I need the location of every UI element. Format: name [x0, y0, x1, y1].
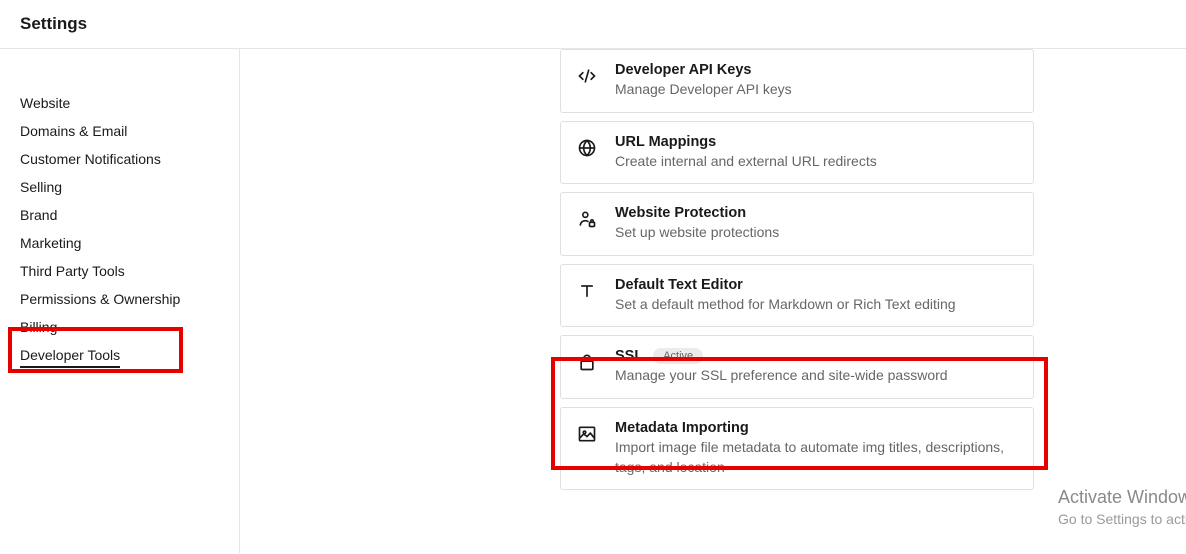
card-default-text-editor[interactable]: Default Text Editor Set a default method…: [560, 264, 1034, 328]
status-badge: Active: [653, 348, 703, 364]
card-website-protection[interactable]: Website Protection Set up website protec…: [560, 192, 1034, 256]
image-icon: [577, 424, 597, 444]
sidebar-item-developer-tools[interactable]: Developer Tools: [20, 341, 219, 369]
sidebar-item-label: Brand: [20, 207, 57, 223]
sidebar-item-brand[interactable]: Brand: [20, 201, 219, 229]
person-lock-icon: [577, 209, 597, 229]
settings-sidebar: Website Domains & Email Customer Notific…: [0, 49, 240, 553]
card-title: Website Protection: [615, 205, 1017, 221]
card-url-mappings[interactable]: URL Mappings Create internal and externa…: [560, 121, 1034, 185]
card-body: Developer API Keys Manage Developer API …: [615, 62, 1017, 100]
card-metadata-importing[interactable]: Metadata Importing Import image file met…: [560, 407, 1034, 490]
card-body: Metadata Importing Import image file met…: [615, 420, 1017, 477]
sidebar-item-marketing[interactable]: Marketing: [20, 229, 219, 257]
content-area: Website Domains & Email Customer Notific…: [0, 49, 1186, 553]
sidebar-item-customer-notifications[interactable]: Customer Notifications: [20, 145, 219, 173]
card-title: Developer API Keys: [615, 62, 1017, 78]
sidebar-item-label: Selling: [20, 179, 62, 195]
card-title: URL Mappings: [615, 134, 1017, 150]
card-title: SSL Active: [615, 348, 1017, 364]
sidebar-item-label: Third Party Tools: [20, 263, 125, 279]
card-desc: Create internal and external URL redirec…: [615, 152, 1017, 172]
settings-header: Settings: [0, 0, 1186, 49]
card-developer-api-keys[interactable]: Developer API Keys Manage Developer API …: [560, 49, 1034, 113]
sidebar-item-label: Website: [20, 95, 70, 111]
globe-icon: [577, 138, 597, 158]
main-panel: Developer API Keys Manage Developer API …: [240, 49, 1186, 553]
card-title-text: SSL: [615, 348, 643, 364]
card-desc: Import image file metadata to automate i…: [615, 438, 1017, 477]
card-body: SSL Active Manage your SSL preference an…: [615, 348, 1017, 386]
sidebar-item-label: Developer Tools: [20, 347, 120, 368]
card-title: Metadata Importing: [615, 420, 1017, 436]
page-title: Settings: [20, 14, 1166, 34]
sidebar-item-selling[interactable]: Selling: [20, 173, 219, 201]
card-desc: Manage Developer API keys: [615, 80, 1017, 100]
sidebar-item-third-party-tools[interactable]: Third Party Tools: [20, 257, 219, 285]
sidebar-item-label: Customer Notifications: [20, 151, 161, 167]
sidebar-item-label: Permissions & Ownership: [20, 291, 180, 307]
sidebar-item-label: Domains & Email: [20, 123, 127, 139]
card-body: URL Mappings Create internal and externa…: [615, 134, 1017, 172]
code-icon: [577, 66, 597, 86]
lock-icon: [577, 352, 597, 372]
card-ssl[interactable]: SSL Active Manage your SSL preference an…: [560, 335, 1034, 399]
sidebar-item-billing[interactable]: Billing: [20, 313, 219, 341]
text-icon: [577, 281, 597, 301]
card-desc: Set up website protections: [615, 223, 1017, 243]
card-desc: Set a default method for Markdown or Ric…: [615, 295, 1017, 315]
card-body: Website Protection Set up website protec…: [615, 205, 1017, 243]
sidebar-item-permissions-ownership[interactable]: Permissions & Ownership: [20, 285, 219, 313]
sidebar-item-label: Billing: [20, 319, 57, 335]
card-body: Default Text Editor Set a default method…: [615, 277, 1017, 315]
sidebar-item-website[interactable]: Website: [20, 89, 219, 117]
sidebar-item-label: Marketing: [20, 235, 81, 251]
card-desc: Manage your SSL preference and site-wide…: [615, 366, 1017, 386]
sidebar-item-domains-email[interactable]: Domains & Email: [20, 117, 219, 145]
cards-column: Developer API Keys Manage Developer API …: [560, 49, 1034, 490]
card-title: Default Text Editor: [615, 277, 1017, 293]
